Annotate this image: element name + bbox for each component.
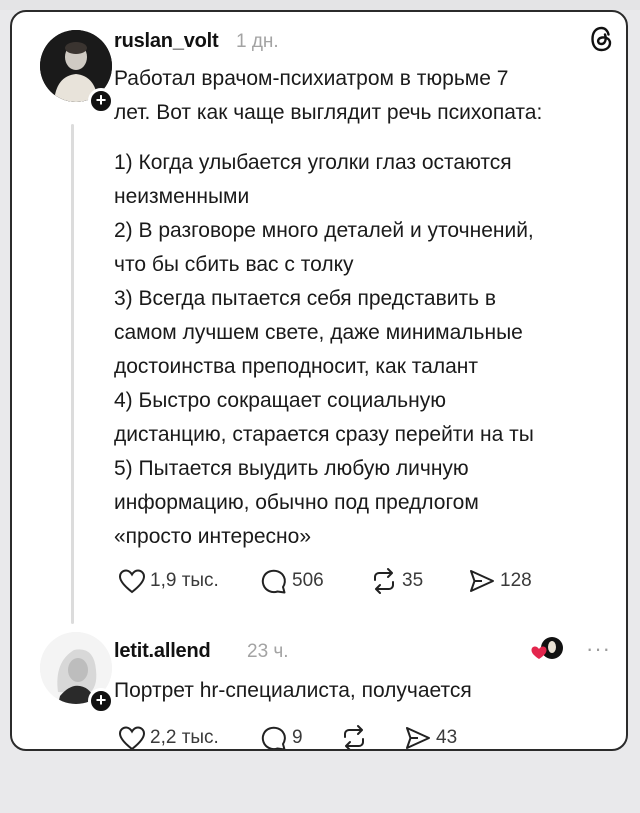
list-item-3: достоинства преподносит, как талант xyxy=(114,355,478,378)
post-actions: 2,2 тыс. 9 43 xyxy=(118,724,484,749)
comment-button[interactable]: 506 xyxy=(260,567,370,595)
post-ruslan: + ruslan_volt 1 дн. Работал врачом-психи… xyxy=(12,12,626,624)
list-item-2: 2) В разговоре много деталей и уточнений… xyxy=(114,219,534,242)
comment-button[interactable]: 9 xyxy=(260,724,340,749)
comment-icon xyxy=(261,726,286,749)
comment-count: 9 xyxy=(292,727,303,748)
send-icon xyxy=(470,570,494,592)
list-item-4: 4) Быстро сокращает социальную xyxy=(114,389,446,412)
threads-icon[interactable] xyxy=(590,26,614,59)
heart-icon xyxy=(118,569,146,594)
bottom-background xyxy=(0,760,640,813)
follow-plus-icon[interactable]: + xyxy=(88,88,114,114)
list-item-5: «просто интересно» xyxy=(114,525,312,548)
threads-card: + ruslan_volt 1 дн. Работал врачом-психи… xyxy=(10,10,628,751)
follow-plus-icon[interactable]: + xyxy=(88,688,114,714)
list-item-5: информацию, обычно под предлогом xyxy=(114,491,479,514)
like-count: 1,9 тыс. xyxy=(150,570,219,591)
like-button[interactable]: 1,9 тыс. xyxy=(118,568,260,594)
post-line: лет. Вот как чаще выглядит речь психопат… xyxy=(114,101,543,124)
repost-button[interactable] xyxy=(340,724,404,749)
thread-line xyxy=(71,124,74,624)
list-item-4: дистанцию, старается сразу перейти на ты xyxy=(114,423,534,446)
share-button[interactable]: 43 xyxy=(404,724,484,749)
list-item-3: 3) Всегда пытается себя представить в xyxy=(114,287,497,310)
repost-count: 35 xyxy=(402,570,424,591)
list-item-5: 5) Пытается выудить любую личную xyxy=(114,457,469,480)
repost-button[interactable]: 35 xyxy=(370,567,468,595)
like-count: 2,2 тыс. xyxy=(150,727,219,748)
comment-count: 506 xyxy=(292,570,324,591)
like-button[interactable]: 2,2 тыс. xyxy=(118,725,260,749)
post-letit: + letit.allend 23 ч. ··· Портрет hr-спец… xyxy=(12,622,626,749)
top-background xyxy=(0,0,640,10)
username[interactable]: ruslan_volt xyxy=(114,30,219,53)
send-icon xyxy=(406,727,430,749)
share-count: 128 xyxy=(500,570,532,591)
post-body: Портрет hr-специалиста, получается xyxy=(114,674,594,708)
reaction-heart-icon xyxy=(530,634,564,669)
post-body: Работал врачом-психиатром в тюрьме 7 лет… xyxy=(114,62,614,554)
timestamp: 1 дн. xyxy=(236,31,279,52)
list-item-1: неизменными xyxy=(114,185,250,208)
username[interactable]: letit.allend xyxy=(114,640,211,663)
share-button[interactable]: 128 xyxy=(468,567,548,595)
post-line: Работал врачом-психиатром в тюрьме 7 xyxy=(114,67,509,90)
heart-icon xyxy=(118,726,146,749)
more-options-button[interactable]: ··· xyxy=(586,636,611,662)
repost-icon xyxy=(344,725,364,749)
post-actions: 1,9 тыс. 506 35 128 xyxy=(118,567,548,595)
reply-text: Портрет hr-специалиста, получается xyxy=(114,679,472,702)
share-count: 43 xyxy=(436,727,458,748)
list-item-2: что бы сбить вас с толку xyxy=(114,253,354,276)
comment-icon xyxy=(261,569,286,594)
list-item-3: самом лучшем свете, даже минимальные xyxy=(114,321,523,344)
timestamp: 23 ч. xyxy=(247,641,289,662)
repost-icon xyxy=(374,568,394,594)
list-item-1: 1) Когда улыбается уголки глаз остаются xyxy=(114,151,512,174)
